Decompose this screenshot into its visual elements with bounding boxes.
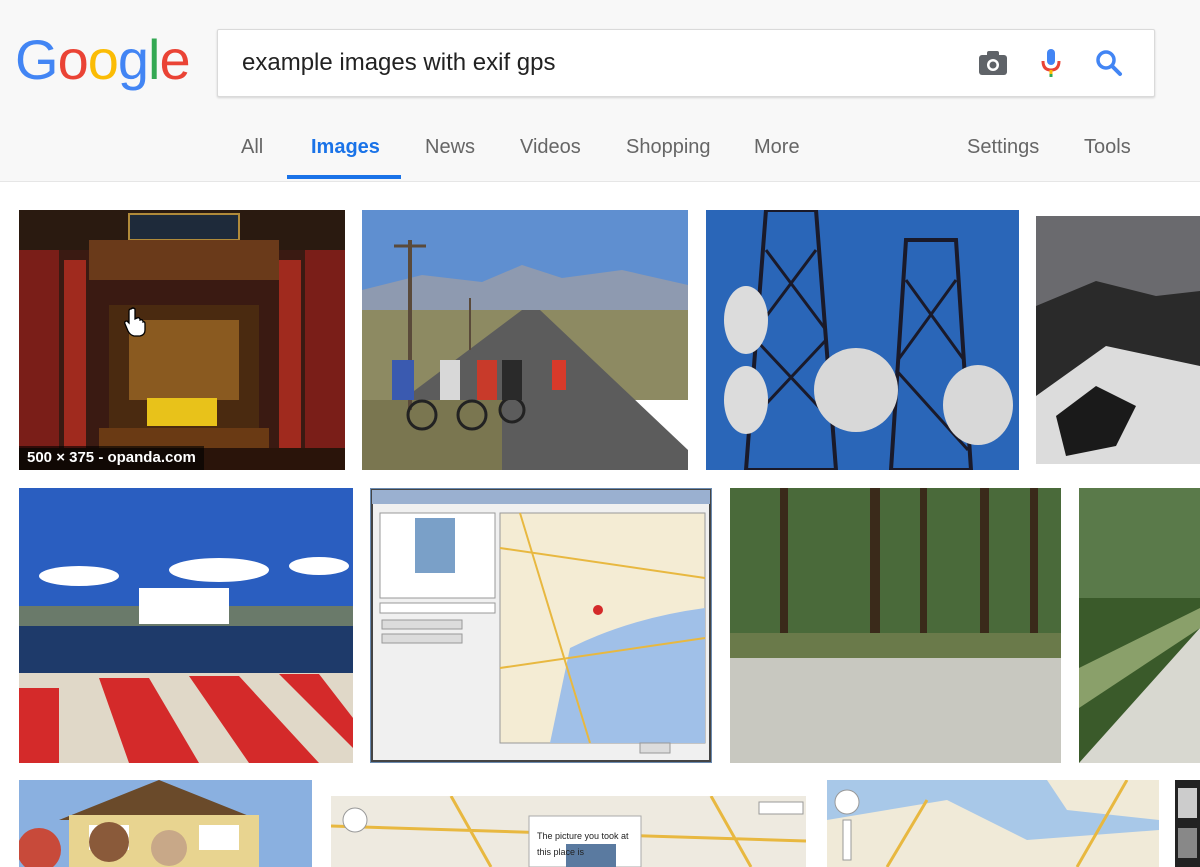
google-logo[interactable]: Google	[15, 28, 191, 92]
search-icon[interactable]	[1092, 46, 1126, 80]
microphone-icon[interactable]	[1034, 46, 1068, 80]
image-result-map-popup[interactable]: The picture you took at this place is	[331, 796, 806, 867]
active-tab-indicator	[287, 175, 401, 179]
tab-more[interactable]: More	[754, 136, 800, 159]
image-result-palace-throne[interactable]: 500 × 375 - opanda.com	[19, 210, 345, 470]
image-dimension-caption: 500 × 375 - opanda.com	[19, 446, 204, 470]
tab-images[interactable]: Images	[311, 136, 380, 159]
search-box	[217, 29, 1155, 97]
image-result-ferry-harbor[interactable]	[19, 488, 353, 763]
tab-news[interactable]: News	[425, 136, 475, 159]
search-input[interactable]	[240, 44, 944, 82]
tab-videos[interactable]: Videos	[520, 136, 581, 159]
tab-tools[interactable]: Tools	[1084, 136, 1131, 159]
tab-shopping[interactable]: Shopping	[626, 136, 711, 159]
image-result-family-house[interactable]	[19, 780, 312, 867]
image-result-partial[interactable]	[1175, 780, 1200, 867]
image-result-antenna-towers[interactable]	[706, 210, 1019, 470]
image-result-bay-map[interactable]	[827, 780, 1159, 867]
image-result-cyclists-road[interactable]	[362, 210, 688, 470]
image-result-gravel-path[interactable]	[1079, 488, 1200, 763]
search-tabs: All Images News Videos Shopping More Set…	[0, 118, 1200, 181]
header: Google All Images News Videos Shopping M…	[0, 0, 1200, 182]
image-result-geotag-software-screenshot[interactable]	[370, 488, 712, 763]
tab-settings[interactable]: Settings	[967, 136, 1039, 159]
tab-all[interactable]: All	[241, 136, 263, 159]
hand-cursor-icon	[124, 307, 146, 342]
image-result-snowy-hill[interactable]	[1036, 216, 1200, 464]
image-result-forest-road[interactable]	[730, 488, 1061, 763]
map-popup-text: The picture you took at this place is	[537, 831, 629, 857]
camera-icon[interactable]	[976, 46, 1010, 80]
